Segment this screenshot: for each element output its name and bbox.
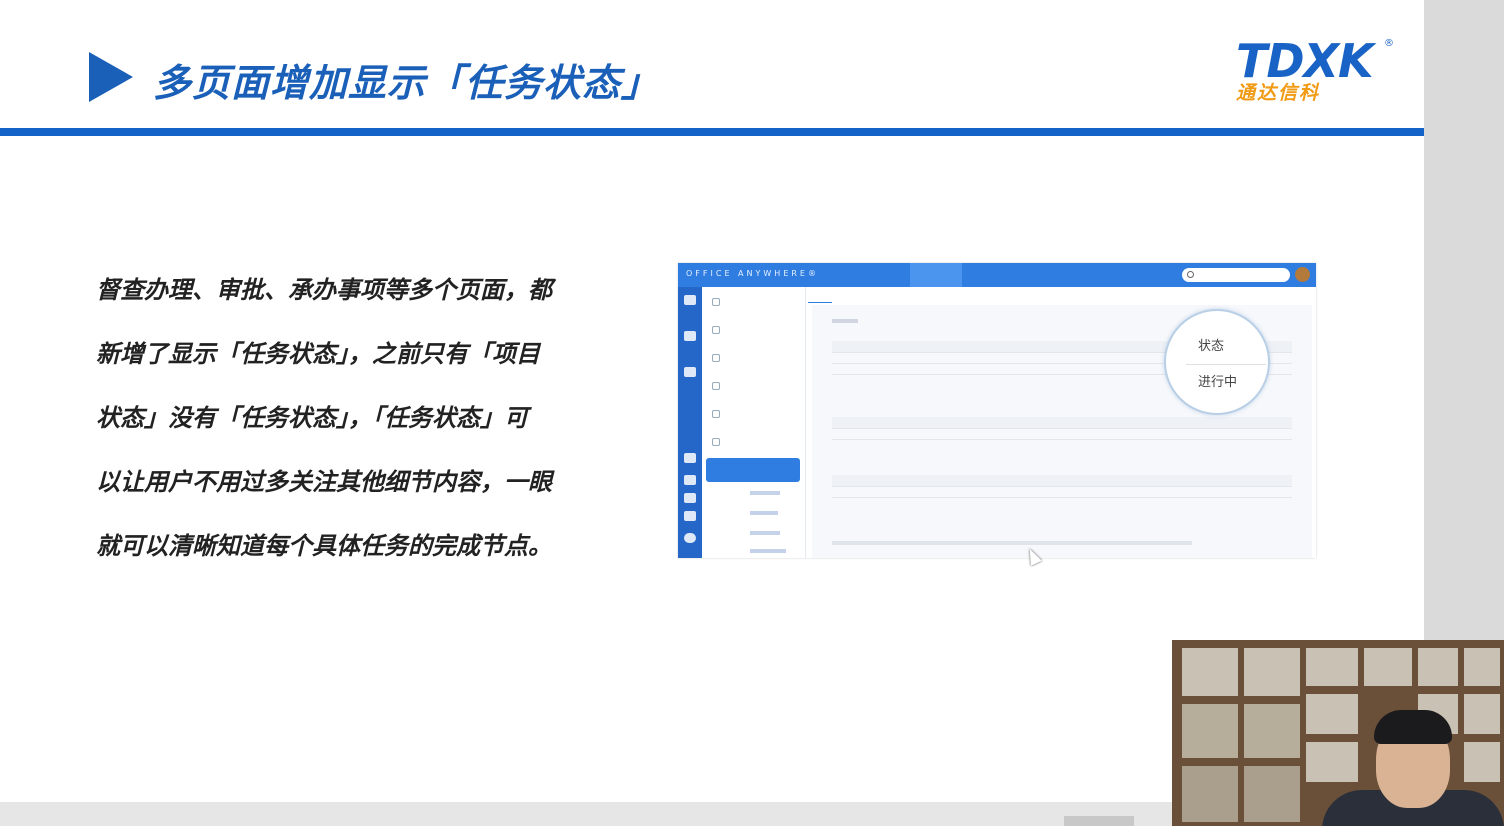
body-line-5: 就可以清晰知道每个具体任务的完成节点。 (96, 532, 552, 560)
sidebar-item (712, 379, 798, 393)
app-subtab (832, 289, 856, 303)
table-header-row (832, 417, 1292, 429)
more-icon (684, 533, 696, 543)
app-nav-item (806, 263, 858, 287)
shelf-cell (1182, 648, 1238, 696)
person-icon (712, 326, 720, 334)
shelf-cell (1182, 704, 1238, 758)
app-sidebar (702, 287, 806, 558)
shelf-cell (1464, 648, 1500, 686)
header-divider (0, 128, 1424, 136)
zoom-status-header: 状态 (1198, 339, 1225, 354)
shelf-cell (1244, 704, 1300, 758)
body-line-1: 督查办理、审批、承办事项等多个页面，都 (96, 276, 552, 304)
app-subtab (856, 289, 880, 303)
org-icon (684, 331, 696, 341)
table-header-row (832, 475, 1292, 487)
shelf-cell (1306, 694, 1358, 734)
shelf-cell (1464, 742, 1500, 782)
sidebar-item (712, 351, 798, 365)
app-nav-item-active (910, 263, 962, 287)
app-nav-item (858, 263, 910, 287)
message-icon (684, 367, 696, 377)
avatar (1295, 267, 1310, 282)
app-brand: OFFICE ANYWHERE® (686, 269, 819, 278)
sidebar-item-active (706, 458, 800, 482)
webcam-overlay (1172, 640, 1504, 826)
body-line-4: 以让用户不用过多关注其他细节内容，一眼 (96, 468, 552, 496)
app-topbar: OFFICE ANYWHERE® (678, 263, 1316, 287)
table-row (832, 428, 1292, 440)
chat-icon (684, 453, 696, 463)
shelf-cell (1418, 648, 1458, 686)
logo-registered-mark: ® (1384, 38, 1394, 49)
download-icon (684, 493, 696, 503)
menu-icon (712, 298, 720, 306)
sidebar-item (712, 407, 798, 421)
doc-icon (712, 438, 720, 446)
play-triangle-icon (89, 52, 133, 102)
task-table-3 (832, 475, 1292, 498)
slide-body-text: 督查办理、审批、承办事项等多个页面，都 新增了显示「任务状态」，之前只有「项目 … (96, 258, 616, 578)
shelf-cell (1464, 694, 1500, 734)
search-icon (1187, 271, 1194, 278)
sidebar-item (712, 323, 798, 337)
right-gutter (1424, 0, 1504, 640)
body-line-3: 状态」没有「任务状态」，「任务状态」可 (96, 404, 528, 432)
shirt-icon (684, 511, 696, 521)
app-search-box (1182, 268, 1290, 282)
shelf-cell (1364, 648, 1412, 686)
triangle-icon (712, 382, 720, 390)
sidebar-item (712, 295, 798, 309)
zoom-divider (1186, 364, 1266, 365)
body-line-2: 新增了显示「任务状态」，之前只有「项目 (96, 340, 540, 368)
screen: 多页面增加显示「任务状态」 TDXK ® 通达信科 督查办理、审批、承办事项等多… (0, 0, 1504, 826)
slide-title: 多页面增加显示「任务状态」 (153, 61, 661, 105)
app-nav (806, 263, 962, 287)
clock-icon (712, 410, 720, 418)
flow-icon (712, 354, 720, 362)
shelf-cell (1306, 648, 1358, 686)
logo-mark: TDXK (1236, 34, 1374, 88)
sidebar-subitem (750, 491, 780, 495)
section-label (832, 319, 858, 323)
sidebar-subitem (750, 511, 778, 515)
bottom-scrollbar-track[interactable] (0, 802, 1172, 826)
task-table-2 (832, 417, 1292, 440)
grid-icon (684, 295, 696, 305)
shelf-cell (1244, 766, 1300, 822)
company-logo: TDXK ® 通达信科 (1236, 38, 1396, 108)
app-subtabs (808, 289, 880, 303)
progress-note (832, 541, 1192, 545)
sidebar-item (712, 435, 798, 449)
table-row (832, 486, 1292, 498)
shelf-cell (1306, 742, 1358, 782)
bottom-scrollbar-thumb[interactable] (1064, 816, 1134, 826)
file-icon (684, 475, 696, 485)
person-hair (1374, 710, 1452, 744)
status-zoom-callout: 状态 进行中 (1164, 309, 1270, 415)
shelf-cell (1244, 648, 1300, 696)
sidebar-subitem (750, 549, 786, 553)
app-subtab-active (808, 289, 832, 303)
app-icon-rail (678, 287, 702, 558)
zoom-status-value: 进行中 (1198, 375, 1238, 390)
shelf-cell (1182, 766, 1238, 822)
sidebar-subitem (750, 531, 780, 535)
